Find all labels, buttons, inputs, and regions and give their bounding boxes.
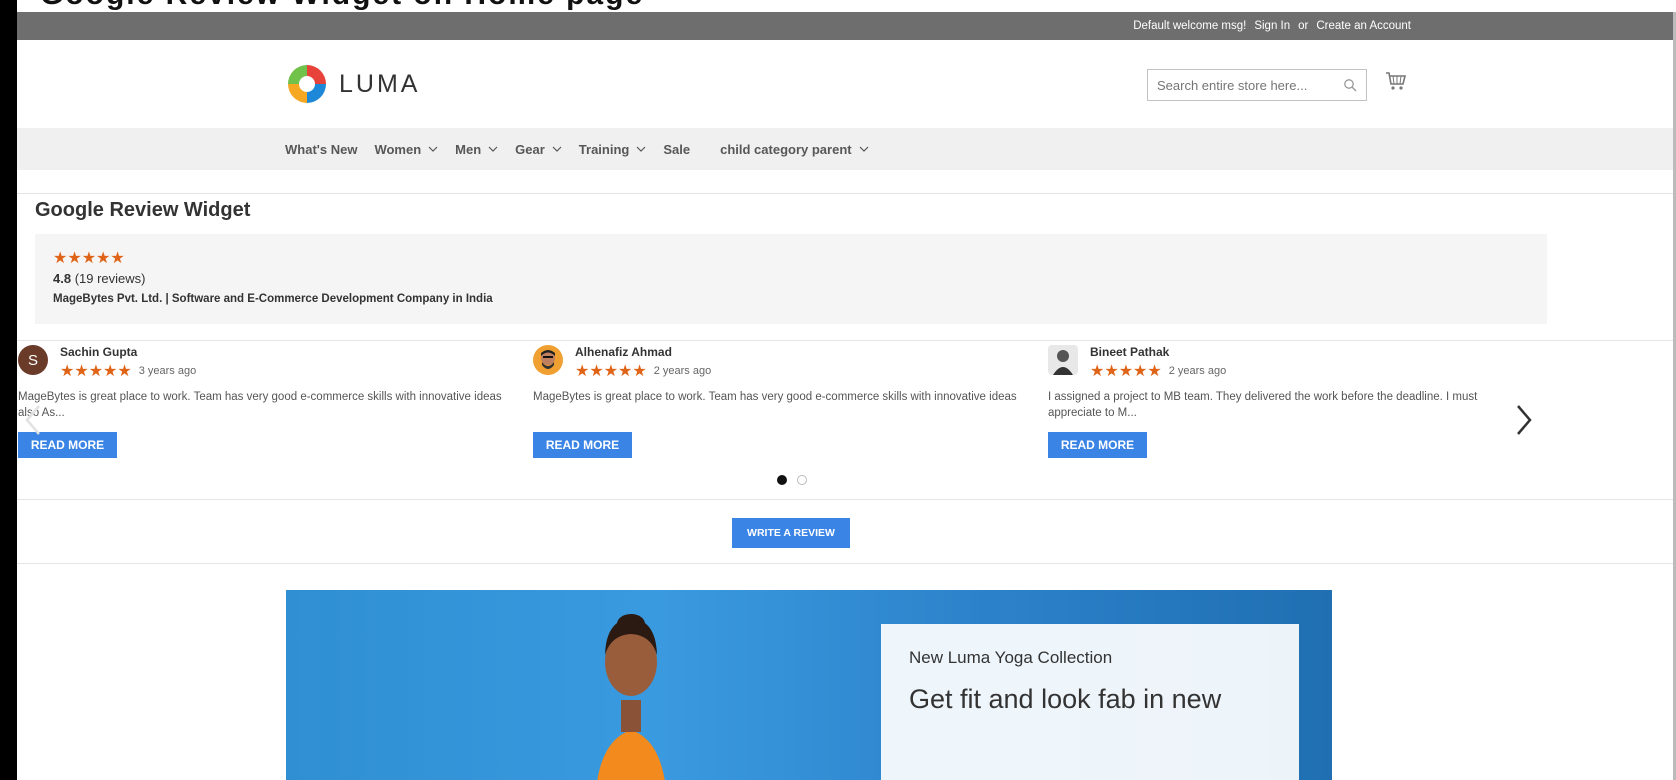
nav-item-sale[interactable]: Sale xyxy=(663,142,690,157)
chevron-down-icon xyxy=(552,146,562,152)
review-age: 2 years ago xyxy=(1168,365,1227,377)
carousel-pagination xyxy=(777,475,807,485)
review-text: MageBytes is great place to work. Team h… xyxy=(18,391,502,419)
review-text: MageBytes is great place to work. Team h… xyxy=(533,391,1017,403)
search-icon[interactable] xyxy=(1343,78,1357,92)
reviews-carousel: S Sachin Gupta ★★★★★ 3 years ago MageByte… xyxy=(17,340,1673,500)
search-box[interactable] xyxy=(1147,69,1367,101)
carousel-next-arrow-icon[interactable] xyxy=(1512,403,1536,437)
welcome-message: Default welcome msg! xyxy=(1133,20,1247,32)
reviewer-name: Sachin Gupta xyxy=(60,345,138,359)
carousel-dot-1[interactable] xyxy=(777,475,787,485)
chevron-down-icon xyxy=(488,146,498,152)
nav-item-whats-new[interactable]: What's New xyxy=(285,142,357,157)
rating-summary: ★★★★★ 4.8 (19 reviews) MageBytes Pvt. Lt… xyxy=(35,234,1547,324)
write-review-section: WRITE A REVIEW xyxy=(17,500,1673,564)
logo-text: LUMA xyxy=(339,69,421,98)
section-divider xyxy=(17,170,1673,194)
company-name: MageBytes Pvt. Ltd. | Software and E-Com… xyxy=(53,293,493,305)
review-rating: ★★★★★ 2 years ago xyxy=(1090,361,1226,381)
review-text: I assigned a project to MB team. They de… xyxy=(1048,391,1478,419)
chevron-down-icon xyxy=(428,146,438,152)
window-frame xyxy=(0,0,17,780)
review-rating: ★★★★★ 3 years ago xyxy=(60,361,196,381)
review-stars: ★★★★★ xyxy=(575,363,647,380)
sign-in-link[interactable]: Sign In xyxy=(1254,20,1290,32)
nav-item-gear[interactable]: Gear xyxy=(515,142,562,157)
review-age: 3 years ago xyxy=(138,365,197,377)
nav-label: Men xyxy=(455,141,482,157)
main-navigation: What's New Women Men Gear Training Sale … xyxy=(17,128,1673,170)
top-bar: Default welcome msg! Sign In or Create a… xyxy=(17,12,1673,40)
avatar-photo xyxy=(1048,345,1078,375)
nav-item-training[interactable]: Training xyxy=(579,142,647,157)
hero-kicker: New Luma Yoga Collection xyxy=(909,648,1113,667)
review-age: 2 years ago xyxy=(653,365,712,377)
read-more-button[interactable]: READ MORE xyxy=(533,432,632,458)
review-rating: ★★★★★ 2 years ago xyxy=(575,361,711,381)
read-more-button[interactable]: READ MORE xyxy=(1048,432,1147,458)
page-caption: Google Review Widget on Home page xyxy=(0,0,1676,12)
site-header: LUMA xyxy=(17,40,1673,128)
chevron-down-icon xyxy=(859,146,869,152)
hero-textbox: New Luma Yoga Collection Get fit and loo… xyxy=(881,624,1299,780)
search-input[interactable] xyxy=(1157,77,1332,93)
carousel-prev-arrow-icon[interactable] xyxy=(22,403,46,437)
review-stars: ★★★★★ xyxy=(60,363,132,380)
nav-item-child-category-parent[interactable]: child category parent xyxy=(720,141,869,157)
or-text: or xyxy=(1298,20,1309,32)
nav-label: Sale xyxy=(663,141,691,157)
cart-icon[interactable] xyxy=(1385,70,1407,92)
avatar xyxy=(533,345,563,375)
rating-line: 4.8 (19 reviews) xyxy=(53,271,1529,286)
avatar: S xyxy=(18,345,48,375)
rating-value: 4.8 xyxy=(53,271,72,286)
luma-logo-icon xyxy=(288,65,326,103)
nav-label: Training xyxy=(578,141,630,157)
create-account-link[interactable]: Create an Account xyxy=(1316,20,1411,32)
widget-title: Google Review Widget xyxy=(35,199,251,221)
carousel-dot-2[interactable] xyxy=(797,475,807,485)
write-review-button[interactable]: WRITE A REVIEW xyxy=(732,518,850,548)
summary-stars: ★★★★★ xyxy=(53,250,125,267)
nav-item-women[interactable]: Women xyxy=(374,142,438,157)
avatar xyxy=(1048,345,1078,375)
reviewer-name: Bineet Pathak xyxy=(1090,345,1170,359)
nav-label: child category parent xyxy=(720,141,852,157)
chevron-down-icon xyxy=(636,146,646,152)
nav-label: Women xyxy=(374,141,422,157)
hero-banner[interactable]: New Luma Yoga Collection Get fit and loo… xyxy=(286,590,1332,780)
nav-item-men[interactable]: Men xyxy=(455,142,498,157)
avatar-photo xyxy=(533,345,563,375)
review-stars: ★★★★★ xyxy=(1090,363,1162,380)
caption-text: Google Review Widget on Home page xyxy=(40,0,644,12)
nav-label: What's New xyxy=(285,141,358,157)
reviewer-name: Alhenafiz Ahmad xyxy=(575,345,672,359)
review-count: (19 reviews) xyxy=(74,271,146,286)
luma-logo[interactable]: LUMA xyxy=(285,62,420,106)
hero-headline: Get fit and look fab in new xyxy=(909,684,1222,714)
hero-model-image xyxy=(597,614,665,780)
nav-label: Gear xyxy=(515,141,545,157)
